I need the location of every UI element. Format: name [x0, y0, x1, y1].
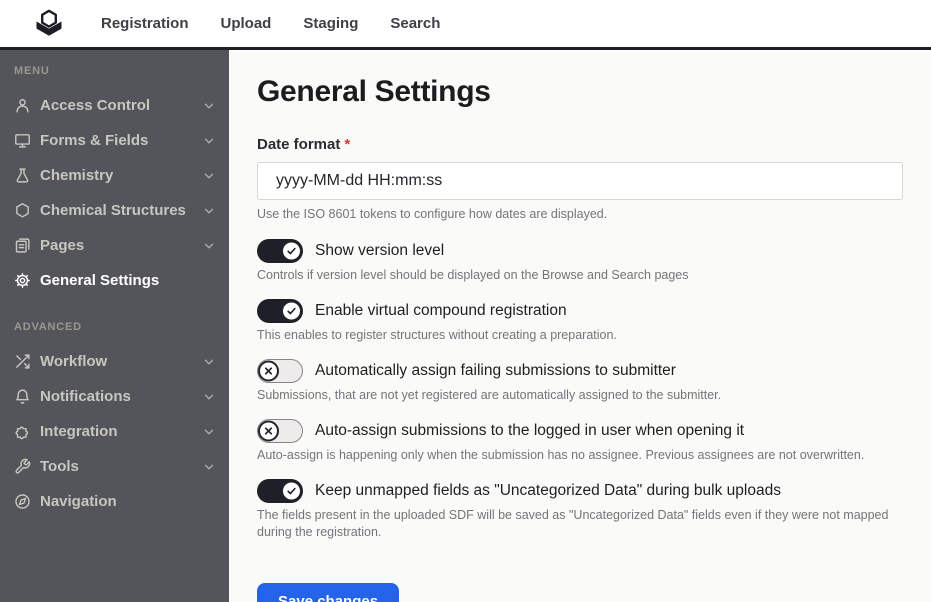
toggle-auto-assign-failing-submissions: Automatically assign failing submissions…: [257, 359, 903, 404]
toggle-label: Show version level: [315, 242, 445, 260]
sidebar-item-workflow[interactable]: Workflow: [0, 344, 229, 379]
sidebar-item-integration[interactable]: Integration: [0, 414, 229, 449]
nav-item-search[interactable]: Search: [390, 15, 440, 32]
sidebar-item-label: Notifications: [40, 388, 131, 405]
required-asterisk: *: [344, 136, 351, 153]
sidebar-item-chemistry[interactable]: Chemistry: [0, 158, 229, 193]
nav-item-upload[interactable]: Upload: [221, 15, 272, 32]
x-icon: [264, 367, 273, 375]
chevron-down-icon: [202, 239, 216, 253]
toggle-knob: [258, 360, 279, 382]
flask-icon: [14, 167, 31, 184]
toggle-switch[interactable]: [257, 299, 303, 324]
shuffle-icon: [14, 353, 31, 370]
date-format-help: Use the ISO 8601 tokens to configure how…: [257, 207, 608, 221]
toggle-help: The fields present in the uploaded SDF w…: [257, 507, 889, 539]
sidebar-item-pages[interactable]: Pages: [0, 228, 229, 263]
toggle-help: Controls if version level should be disp…: [257, 268, 689, 283]
toggle-help: This enables to register structures with…: [257, 328, 617, 343]
sidebar-item-forms-fields[interactable]: Forms & Fields: [0, 123, 229, 158]
sidebar-item-chemical-structures[interactable]: Chemical Structures: [0, 193, 229, 228]
sidebar-item-tools[interactable]: Tools: [0, 449, 229, 484]
sidebar-item-navigation[interactable]: Navigation: [0, 484, 229, 519]
sidebar-item-label: General Settings: [40, 272, 160, 289]
user-icon: [14, 97, 31, 114]
toggle-show-version-level: Show version level Controls if version l…: [257, 239, 903, 284]
toggle-knob: [281, 300, 302, 322]
top-navbar: Registration Upload Staging Search: [0, 0, 931, 50]
date-format-field: Date format * Use the ISO 8601 tokens to…: [257, 136, 903, 222]
toggle-keep-unmapped-fields: Keep unmapped fields as "Uncategorized D…: [257, 478, 903, 541]
pages-icon: [14, 237, 31, 254]
check-icon: [287, 248, 296, 255]
sidebar-item-label: Forms & Fields: [40, 132, 149, 149]
nav-item-registration[interactable]: Registration: [101, 15, 189, 32]
page-title: General Settings: [257, 75, 491, 108]
save-changes-button[interactable]: Save changes: [257, 582, 400, 602]
hexagon-icon: [14, 202, 31, 219]
monitor-icon: [14, 132, 31, 149]
chevron-down-icon: [202, 425, 216, 439]
sidebar-item-general-settings[interactable]: General Settings: [0, 263, 229, 298]
hexagon-box-logo[interactable]: [33, 7, 65, 41]
chevron-down-icon: [202, 460, 216, 474]
sidebar: MENU Access Control Forms & Fields Chemi…: [0, 50, 229, 602]
toggle-label: Automatically assign failing submissions…: [315, 362, 676, 379]
sidebar-item-label: Pages: [40, 237, 85, 254]
sidebar-item-notifications[interactable]: Notifications: [0, 379, 229, 414]
sidebar-section-menu: MENU: [14, 65, 50, 77]
compass-icon: [14, 493, 31, 510]
sidebar-item-label: Workflow: [40, 353, 108, 370]
toggle-switch[interactable]: [257, 418, 303, 443]
x-icon: [264, 427, 273, 435]
toggle-label: Keep unmapped fields as "Uncategorized D…: [315, 481, 781, 499]
toggle-switch[interactable]: [257, 239, 303, 264]
toggle-switch[interactable]: [257, 478, 303, 503]
wrench-icon: [14, 458, 31, 475]
topnav-links: Registration Upload Staging Search: [101, 15, 440, 32]
chevron-down-icon: [202, 204, 216, 218]
chevron-down-icon: [202, 355, 216, 369]
app-window: Registration Upload Staging Search MENU …: [0, 0, 931, 602]
sidebar-item-access-control[interactable]: Access Control: [0, 88, 229, 123]
check-icon: [287, 307, 296, 315]
nav-item-staging[interactable]: Staging: [303, 15, 358, 32]
chevron-down-icon: [202, 134, 216, 148]
toggle-knob: [258, 420, 279, 442]
toggle-knob: [281, 480, 302, 502]
gear-icon: [14, 272, 31, 289]
date-format-label: Date format: [257, 136, 341, 153]
date-format-input[interactable]: [257, 162, 903, 200]
sidebar-section-advanced: ADVANCED: [14, 321, 82, 333]
sidebar-item-label: Access Control: [40, 97, 151, 114]
toggle-knob: [281, 240, 302, 262]
main-content: General Settings Date format * Use the I…: [229, 50, 931, 602]
chevron-down-icon: [202, 99, 216, 113]
toggle-help: Submissions, that are not yet registered…: [257, 388, 722, 402]
check-icon: [287, 487, 296, 495]
toggle-switch[interactable]: [257, 359, 303, 383]
chevron-down-icon: [202, 390, 216, 404]
toggle-auto-assign-on-open: Auto-assign submissions to the logged in…: [257, 418, 903, 464]
toggle-help: Auto-assign is happening only when the s…: [257, 447, 865, 462]
sidebar-item-label: Tools: [40, 458, 79, 475]
chevron-down-icon: [202, 169, 216, 183]
sidebar-item-label: Integration: [40, 423, 118, 440]
toggle-virtual-compound-registration: Enable virtual compound registration Thi…: [257, 299, 903, 344]
sidebar-item-label: Chemistry: [40, 167, 114, 184]
sidebar-item-label: Navigation: [40, 493, 117, 510]
toggle-label: Enable virtual compound registration: [315, 302, 567, 320]
sidebar-item-label: Chemical Structures: [40, 202, 186, 219]
puzzle-icon: [14, 423, 31, 440]
toggle-label: Auto-assign submissions to the logged in…: [315, 421, 745, 439]
bell-icon: [14, 388, 31, 405]
